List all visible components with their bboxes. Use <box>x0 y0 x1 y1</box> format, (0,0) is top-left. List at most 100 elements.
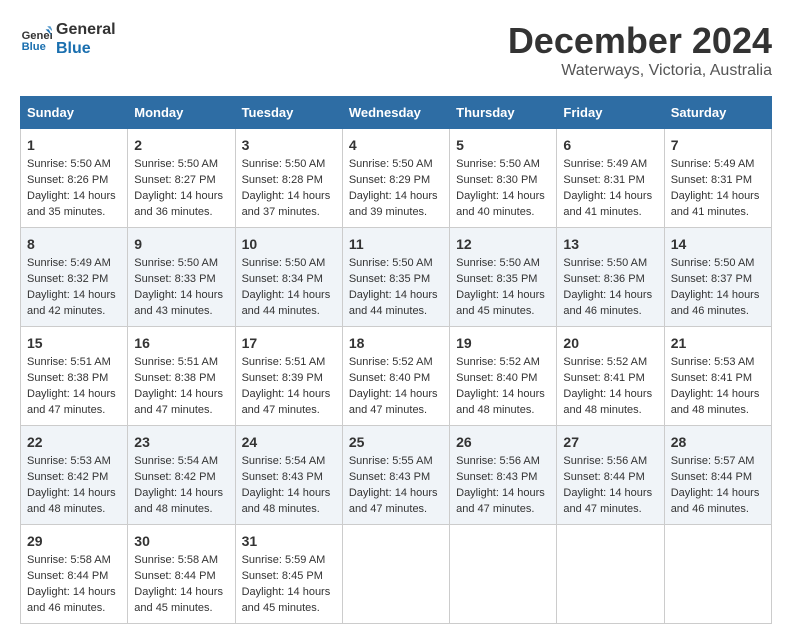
day-info-line: Sunrise: 5:52 AM <box>456 355 550 371</box>
day-info-line: Daylight: 14 hours <box>134 387 228 403</box>
day-cell-9: 9Sunrise: 5:50 AMSunset: 8:33 PMDaylight… <box>128 228 235 327</box>
day-info-line: and 41 minutes. <box>563 205 657 221</box>
day-info-line: Daylight: 14 hours <box>134 486 228 502</box>
day-cell-16: 16Sunrise: 5:51 AMSunset: 8:38 PMDayligh… <box>128 327 235 426</box>
day-info-line: Daylight: 14 hours <box>671 189 765 205</box>
day-number: 13 <box>563 234 657 254</box>
day-info-line: Sunset: 8:41 PM <box>671 371 765 387</box>
day-cell-19: 19Sunrise: 5:52 AMSunset: 8:40 PMDayligh… <box>450 327 557 426</box>
day-number: 9 <box>134 234 228 254</box>
day-info-line: Sunrise: 5:51 AM <box>134 355 228 371</box>
day-info-line: Sunrise: 5:59 AM <box>242 553 336 569</box>
day-info-line: and 48 minutes. <box>134 502 228 518</box>
day-info-line: Sunset: 8:32 PM <box>27 272 121 288</box>
calendar-row: 22Sunrise: 5:53 AMSunset: 8:42 PMDayligh… <box>21 426 772 525</box>
day-info-line: and 46 minutes. <box>671 502 765 518</box>
day-info-line: Sunset: 8:44 PM <box>671 470 765 486</box>
day-number: 12 <box>456 234 550 254</box>
day-number: 25 <box>349 432 443 452</box>
day-info-line: Sunrise: 5:58 AM <box>27 553 121 569</box>
day-info-line: and 47 minutes. <box>456 502 550 518</box>
day-info-line: and 42 minutes. <box>27 304 121 320</box>
day-cell-6: 6Sunrise: 5:49 AMSunset: 8:31 PMDaylight… <box>557 129 664 228</box>
day-cell-3: 3Sunrise: 5:50 AMSunset: 8:28 PMDaylight… <box>235 129 342 228</box>
title-area: December 2024 Waterways, Victoria, Austr… <box>508 20 772 80</box>
day-number: 3 <box>242 135 336 155</box>
day-cell-21: 21Sunrise: 5:53 AMSunset: 8:41 PMDayligh… <box>664 327 771 426</box>
day-info-line: Sunset: 8:41 PM <box>563 371 657 387</box>
day-info-line: Daylight: 14 hours <box>456 288 550 304</box>
day-cell-14: 14Sunrise: 5:50 AMSunset: 8:37 PMDayligh… <box>664 228 771 327</box>
day-number: 16 <box>134 333 228 353</box>
day-info-line: Sunrise: 5:54 AM <box>242 454 336 470</box>
day-info-line: Sunset: 8:42 PM <box>27 470 121 486</box>
day-info-line: Daylight: 14 hours <box>349 189 443 205</box>
day-info-line: Daylight: 14 hours <box>242 585 336 601</box>
day-info-line: Sunset: 8:29 PM <box>349 173 443 189</box>
day-info-line: Daylight: 14 hours <box>134 585 228 601</box>
day-cell-2: 2Sunrise: 5:50 AMSunset: 8:27 PMDaylight… <box>128 129 235 228</box>
day-info-line: and 39 minutes. <box>349 205 443 221</box>
day-info-line: Daylight: 14 hours <box>242 387 336 403</box>
day-cell-8: 8Sunrise: 5:49 AMSunset: 8:32 PMDaylight… <box>21 228 128 327</box>
empty-cell <box>557 525 664 624</box>
calendar-header-row: Sunday Monday Tuesday Wednesday Thursday… <box>21 97 772 129</box>
day-info-line: Sunset: 8:40 PM <box>456 371 550 387</box>
day-number: 20 <box>563 333 657 353</box>
day-info-line: Sunrise: 5:50 AM <box>242 157 336 173</box>
day-info-line: Sunrise: 5:58 AM <box>134 553 228 569</box>
day-info-line: Daylight: 14 hours <box>456 189 550 205</box>
day-info-line: and 48 minutes. <box>671 403 765 419</box>
day-info-line: Sunset: 8:38 PM <box>27 371 121 387</box>
calendar-row: 1Sunrise: 5:50 AMSunset: 8:26 PMDaylight… <box>21 129 772 228</box>
empty-cell <box>664 525 771 624</box>
day-cell-27: 27Sunrise: 5:56 AMSunset: 8:44 PMDayligh… <box>557 426 664 525</box>
day-info-line: Daylight: 14 hours <box>671 387 765 403</box>
logo-blue: Blue <box>56 39 116 58</box>
day-number: 27 <box>563 432 657 452</box>
day-info-line: Sunrise: 5:50 AM <box>456 256 550 272</box>
day-info-line: Sunrise: 5:52 AM <box>563 355 657 371</box>
day-cell-1: 1Sunrise: 5:50 AMSunset: 8:26 PMDaylight… <box>21 129 128 228</box>
day-info-line: Daylight: 14 hours <box>349 387 443 403</box>
col-saturday: Saturday <box>664 97 771 129</box>
day-info-line: and 35 minutes. <box>27 205 121 221</box>
day-info-line: Daylight: 14 hours <box>456 387 550 403</box>
day-info-line: and 44 minutes. <box>242 304 336 320</box>
calendar-table: Sunday Monday Tuesday Wednesday Thursday… <box>20 96 772 624</box>
day-info-line: Sunset: 8:31 PM <box>563 173 657 189</box>
day-number: 2 <box>134 135 228 155</box>
day-info-line: Sunset: 8:44 PM <box>134 569 228 585</box>
day-cell-25: 25Sunrise: 5:55 AMSunset: 8:43 PMDayligh… <box>342 426 449 525</box>
day-number: 17 <box>242 333 336 353</box>
day-info-line: and 44 minutes. <box>349 304 443 320</box>
logo: General Blue General Blue <box>20 20 116 58</box>
day-info-line: Sunset: 8:35 PM <box>349 272 443 288</box>
day-info-line: and 37 minutes. <box>242 205 336 221</box>
col-wednesday: Wednesday <box>342 97 449 129</box>
day-info-line: and 47 minutes. <box>134 403 228 419</box>
day-number: 29 <box>27 531 121 551</box>
day-info-line: and 46 minutes. <box>671 304 765 320</box>
day-info-line: Sunset: 8:44 PM <box>27 569 121 585</box>
col-thursday: Thursday <box>450 97 557 129</box>
day-info-line: Sunset: 8:43 PM <box>349 470 443 486</box>
day-info-line: Sunrise: 5:49 AM <box>27 256 121 272</box>
day-info-line: and 43 minutes. <box>134 304 228 320</box>
header: General Blue General Blue December 2024 … <box>20 20 772 80</box>
calendar-subtitle: Waterways, Victoria, Australia <box>508 62 772 80</box>
day-cell-17: 17Sunrise: 5:51 AMSunset: 8:39 PMDayligh… <box>235 327 342 426</box>
day-info-line: and 47 minutes. <box>242 403 336 419</box>
day-info-line: Sunset: 8:37 PM <box>671 272 765 288</box>
day-cell-11: 11Sunrise: 5:50 AMSunset: 8:35 PMDayligh… <box>342 228 449 327</box>
day-info-line: Daylight: 14 hours <box>27 288 121 304</box>
day-info-line: and 41 minutes. <box>671 205 765 221</box>
day-info-line: and 36 minutes. <box>134 205 228 221</box>
day-info-line: Daylight: 14 hours <box>242 288 336 304</box>
day-info-line: Daylight: 14 hours <box>242 189 336 205</box>
day-info-line: and 47 minutes. <box>27 403 121 419</box>
day-info-line: Sunrise: 5:52 AM <box>349 355 443 371</box>
day-info-line: Daylight: 14 hours <box>563 288 657 304</box>
day-cell-22: 22Sunrise: 5:53 AMSunset: 8:42 PMDayligh… <box>21 426 128 525</box>
day-info-line: Sunset: 8:43 PM <box>456 470 550 486</box>
